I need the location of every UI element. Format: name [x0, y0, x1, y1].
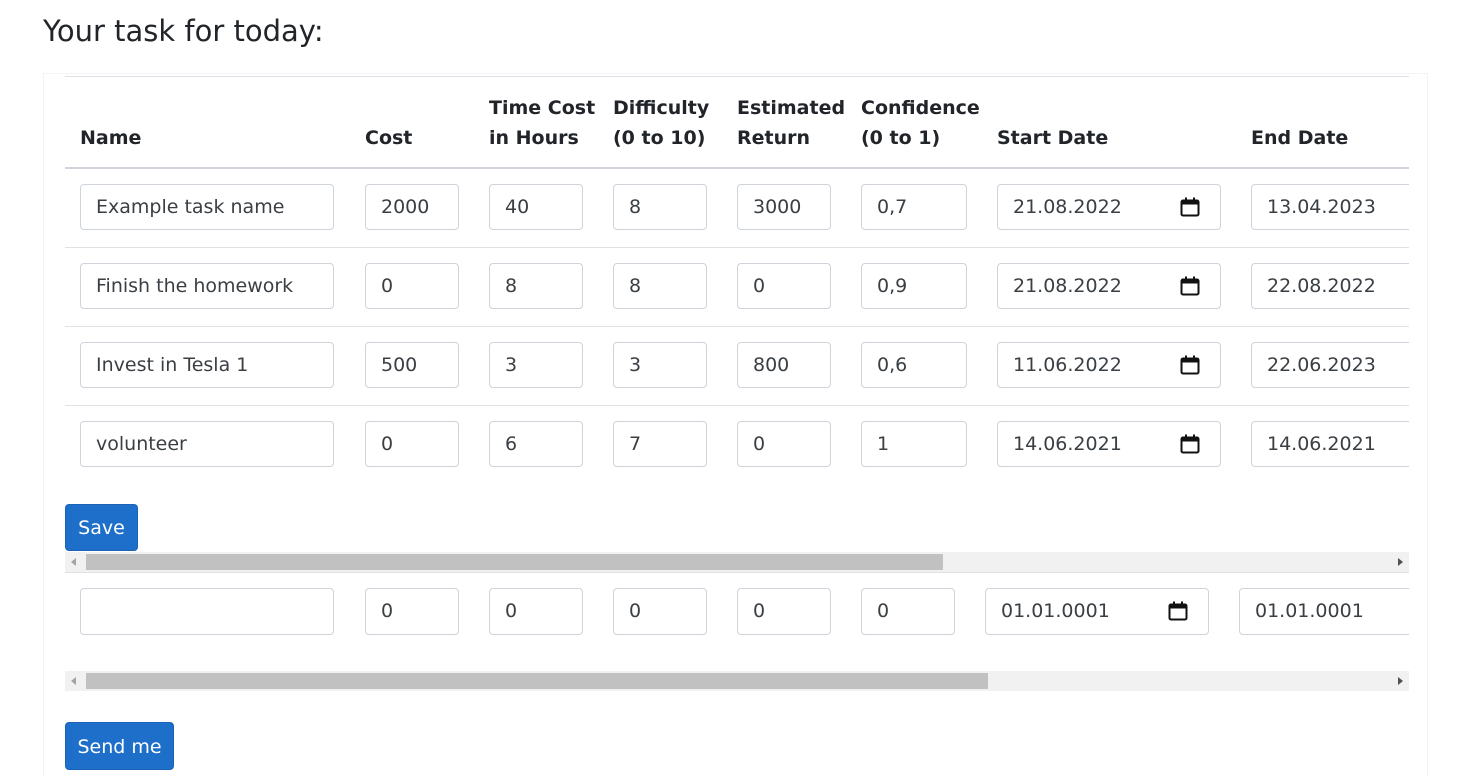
calendar-icon[interactable]: [1180, 434, 1200, 454]
cost-input[interactable]: 0: [365, 421, 459, 467]
estimated-return-input[interactable]: 3000: [737, 184, 831, 230]
new-end-date-input[interactable]: 01.01.0001: [1239, 588, 1409, 635]
cost-input[interactable]: 500: [365, 342, 459, 388]
task-name-input[interactable]: Invest in Tesla 1: [80, 342, 334, 388]
calendar-icon[interactable]: [1180, 197, 1200, 217]
end-date-input[interactable]: 22.08.2022: [1251, 263, 1409, 309]
form-scrollbar[interactable]: [65, 671, 1409, 691]
start-date-value: 21.08.2022: [1013, 196, 1122, 218]
time-cost-input[interactable]: 40: [489, 184, 583, 230]
header-cost: Cost: [365, 127, 413, 149]
estimated-return-input[interactable]: 800: [737, 342, 831, 388]
table-scrollbar-thumb[interactable]: [86, 554, 943, 570]
scroll-right-arrow-icon[interactable]: [1398, 558, 1403, 566]
start-date-input[interactable]: 11.06.2022: [997, 342, 1221, 388]
header-end-date: End Date: [1251, 127, 1349, 149]
time-cost-input[interactable]: 3: [489, 342, 583, 388]
header-estimated-return-line1: Estimated: [737, 97, 846, 119]
save-button[interactable]: Save: [65, 504, 138, 551]
new-difficulty-input[interactable]: 0: [613, 588, 707, 635]
calendar-icon[interactable]: [1180, 355, 1200, 375]
header-confidence-line2: (0 to 1): [861, 127, 941, 149]
new-task-name-input[interactable]: [80, 588, 334, 635]
new-estimated-return-input[interactable]: 0: [737, 588, 831, 635]
start-date-value: 11.06.2022: [1013, 354, 1122, 376]
table-row: Example task name 2000 40 8 3000 0,7 21.…: [65, 169, 1409, 247]
header-difficulty-line2: (0 to 10): [613, 127, 706, 149]
table-row: volunteer 0 6 7 0 1 14.06.2021 14.06.202…: [65, 406, 1409, 484]
confidence-input[interactable]: 1: [861, 421, 967, 467]
difficulty-input[interactable]: 8: [613, 263, 707, 309]
difficulty-input[interactable]: 8: [613, 184, 707, 230]
header-time-cost-line1: Time Cost: [489, 97, 596, 119]
start-date-input[interactable]: 14.06.2021: [997, 421, 1221, 467]
form-scrollbar-thumb[interactable]: [86, 673, 988, 689]
table-row: Invest in Tesla 1 500 3 3 800 0,6 11.06.…: [65, 327, 1409, 405]
end-date-input[interactable]: 14.06.2021: [1251, 421, 1409, 467]
cost-input[interactable]: 2000: [365, 184, 459, 230]
end-date-input[interactable]: 22.06.2023: [1251, 342, 1409, 388]
task-name-input[interactable]: volunteer: [80, 421, 334, 467]
end-date-input[interactable]: 13.04.2023: [1251, 184, 1409, 230]
new-start-date-input[interactable]: 01.01.0001: [985, 588, 1209, 635]
scroll-left-arrow-icon[interactable]: [71, 677, 76, 685]
header-start-date: Start Date: [997, 127, 1109, 149]
table-top-border: [65, 76, 1409, 77]
confidence-input[interactable]: 0,6: [861, 342, 967, 388]
new-time-cost-input[interactable]: 0: [489, 588, 583, 635]
header-confidence-line1: Confidence: [861, 97, 980, 119]
new-confidence-input[interactable]: 0: [861, 588, 955, 635]
scroll-right-arrow-icon[interactable]: [1398, 677, 1403, 685]
start-date-value: 14.06.2021: [1013, 433, 1122, 455]
estimated-return-input[interactable]: 0: [737, 421, 831, 467]
new-cost-input[interactable]: 0: [365, 588, 459, 635]
estimated-return-input[interactable]: 0: [737, 263, 831, 309]
task-name-input[interactable]: Finish the homework: [80, 263, 334, 309]
table-scrollbar[interactable]: [65, 552, 1409, 572]
table-row: Finish the homework 0 8 8 0 0,9 21.08.20…: [65, 248, 1409, 326]
send-me-button[interactable]: Send me: [65, 722, 174, 770]
header-difficulty-line1: Difficulty: [613, 97, 710, 119]
page-title: Your task for today:: [43, 14, 324, 48]
scroll-left-arrow-icon[interactable]: [71, 558, 76, 566]
cost-input[interactable]: 0: [365, 263, 459, 309]
header-estimated-return-line2: Return: [737, 127, 811, 149]
header-name: Name: [80, 127, 142, 149]
new-task-form: 0 0 0 0 0 01.01.0001 01.01.0001: [65, 573, 1409, 669]
confidence-input[interactable]: 0,9: [861, 263, 967, 309]
new-start-date-value: 01.01.0001: [1001, 600, 1110, 622]
start-date-input[interactable]: 21.08.2022: [997, 184, 1221, 230]
time-cost-input[interactable]: 6: [489, 421, 583, 467]
time-cost-input[interactable]: 8: [489, 263, 583, 309]
confidence-input[interactable]: 0,7: [861, 184, 967, 230]
task-table: Example task name 2000 40 8 3000 0,7 21.…: [65, 169, 1409, 485]
start-date-input[interactable]: 21.08.2022: [997, 263, 1221, 309]
task-name-input[interactable]: Example task name: [80, 184, 334, 230]
calendar-icon[interactable]: [1180, 276, 1200, 296]
header-time-cost-line2: in Hours: [489, 127, 579, 149]
difficulty-input[interactable]: 3: [613, 342, 707, 388]
start-date-value: 21.08.2022: [1013, 275, 1122, 297]
calendar-icon[interactable]: [1168, 601, 1188, 621]
difficulty-input[interactable]: 7: [613, 421, 707, 467]
